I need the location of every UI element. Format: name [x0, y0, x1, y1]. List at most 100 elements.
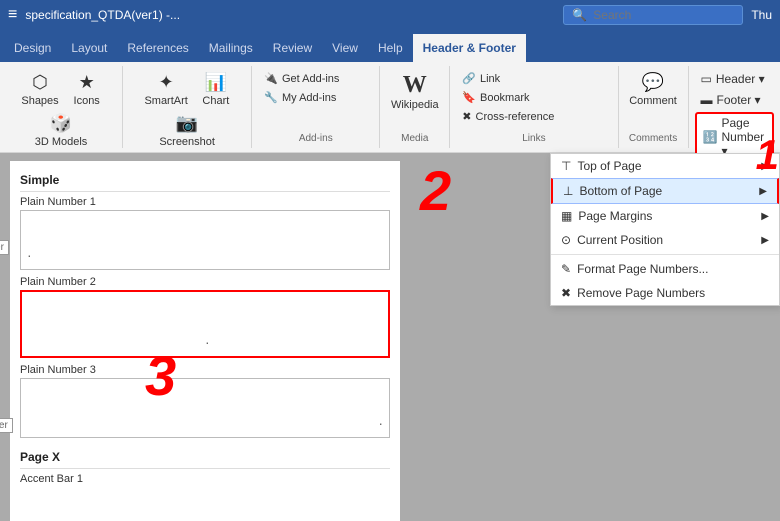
addins-buttons: 🔌 Get Add-ins 🔧 My Add-ins	[260, 70, 371, 106]
cross-reference-button[interactable]: ✖ Cross-reference	[458, 108, 609, 125]
addins-label: Add-ins	[299, 129, 333, 144]
ribbon-group-wikipedia: W Wikipedia Media	[380, 66, 450, 148]
search-icon: 🔍	[572, 8, 587, 22]
top-of-page-option[interactable]: ⊤ Top of Page ▶	[551, 154, 779, 178]
header-label: Header	[0, 418, 13, 433]
menu-divider	[551, 254, 779, 255]
tab-design[interactable]: Design	[4, 34, 61, 62]
section-simple: Simple	[20, 169, 390, 192]
page-number-icon: 🔢	[703, 130, 718, 144]
page-margins-icon: ▦	[561, 209, 572, 223]
dot-3: ·	[378, 415, 383, 431]
chart-icon: 📊	[205, 72, 227, 93]
bottom-of-page-icon: ⊥	[563, 184, 573, 198]
main-content: 2 3 Simple Plain Number 1 Footer · Plain…	[0, 153, 780, 521]
document-preview: Simple Plain Number 1 Footer · Plain Num…	[10, 161, 400, 521]
plain-number-2-preview: ·	[20, 290, 390, 358]
current-position-icon: ⊙	[561, 233, 571, 247]
comment-icon: 💬	[642, 72, 664, 93]
smartart-icon: ✦	[159, 72, 174, 93]
plain-number-2-label: Plain Number 2	[20, 276, 390, 288]
ribbon-content: ⬡ Shapes ★ Icons 🎲 3D Models Illustratio…	[0, 62, 780, 152]
plain-number-3-preview: ·	[20, 378, 390, 438]
dot-2: ·	[205, 334, 210, 350]
format-page-numbers-option[interactable]: ✎ Format Page Numbers...	[551, 257, 779, 281]
link-button[interactable]: 🔗 Link	[458, 70, 609, 87]
dot-1: ·	[27, 247, 32, 263]
tab-view[interactable]: View	[322, 34, 368, 62]
header-icon: ▭	[701, 72, 712, 86]
day-indicator: Thu	[751, 8, 772, 22]
tab-review[interactable]: Review	[263, 34, 322, 62]
app-icon: ≡	[8, 6, 17, 24]
screenshot-icon: 📷	[176, 113, 198, 134]
tab-layout[interactable]: Layout	[61, 34, 117, 62]
format-icon: ✎	[561, 262, 571, 276]
links-buttons: 🔗 Link 🔖 Bookmark ✖ Cross-reference	[458, 70, 609, 125]
footer-button[interactable]: ▬ Footer ▾	[695, 91, 774, 109]
wikipedia-icon: W	[403, 72, 427, 99]
smartart-button[interactable]: ✦ SmartArt	[138, 70, 193, 109]
plain-number-1-preview: ·	[20, 210, 390, 270]
chart-button[interactable]: 📊 Chart	[196, 70, 236, 109]
ribbon-group-links: 🔗 Link 🔖 Bookmark ✖ Cross-reference Link…	[450, 66, 618, 148]
get-addins-button[interactable]: 🔌 Get Add-ins	[260, 70, 371, 87]
bottom-of-page-option[interactable]: ⊥ Bottom of Page ▶	[551, 178, 779, 204]
smartart-buttons: ✦ SmartArt 📊 Chart 📷 Screenshot	[131, 70, 243, 150]
step-1: 1	[756, 134, 779, 176]
ribbon-group-addins: 🔌 Get Add-ins 🔧 My Add-ins Add-ins	[252, 66, 380, 148]
ribbon-group-comments: 💬 Comment Comments	[619, 66, 689, 148]
search-input[interactable]	[593, 8, 723, 22]
footer-icon: ▬	[701, 93, 713, 107]
top-of-page-icon: ⊤	[561, 159, 571, 173]
illustrations-buttons: ⬡ Shapes ★ Icons 🎲 3D Models	[8, 70, 114, 150]
plain-number-1-label: Plain Number 1	[20, 196, 390, 208]
tab-header-footer[interactable]: Header & Footer	[413, 34, 526, 62]
my-addins-button[interactable]: 🔧 My Add-ins	[260, 89, 371, 106]
link-icon: 🔗	[462, 72, 476, 85]
wikipedia-button[interactable]: W Wikipedia	[385, 70, 445, 113]
shapes-icon: ⬡	[32, 72, 48, 93]
plain-number-3-container: Header ·	[20, 378, 390, 438]
search-bar[interactable]: 🔍	[563, 5, 743, 25]
screenshot-button[interactable]: 📷 Screenshot	[153, 111, 221, 150]
media-label: Media	[401, 129, 428, 144]
comments-label: Comments	[629, 129, 677, 144]
section-page-x: Page X	[20, 446, 390, 469]
links-label: Links	[522, 129, 545, 144]
ribbon: Design Layout References Mailings Review…	[0, 30, 780, 153]
comment-button[interactable]: 💬 Comment	[623, 70, 683, 109]
filename: specification_QTDA(ver1) -...	[25, 8, 555, 22]
title-bar: ≡ specification_QTDA(ver1) -... 🔍 Thu	[0, 0, 780, 30]
shapes-button[interactable]: ⬡ Shapes	[15, 70, 64, 109]
3d-models-button[interactable]: 🎲 3D Models	[29, 111, 94, 150]
addins-icon: 🔌	[264, 72, 278, 85]
current-position-option[interactable]: ⊙ Current Position ▶	[551, 228, 779, 252]
bookmark-icon: 🔖	[462, 91, 476, 104]
tab-help[interactable]: Help	[368, 34, 413, 62]
plain-number-3-label: Plain Number 3	[20, 364, 390, 376]
plain-number-1-container: Footer ·	[20, 210, 390, 270]
current-position-arrow: ▶	[761, 235, 769, 246]
remove-icon: ✖	[561, 286, 571, 300]
tab-references[interactable]: References	[117, 34, 198, 62]
step-2: 2	[420, 163, 451, 219]
page-margins-option[interactable]: ▦ Page Margins ▶	[551, 204, 779, 228]
bottom-of-page-arrow: ▶	[759, 186, 767, 197]
accent-bar-1-label: Accent Bar 1	[20, 473, 390, 485]
ribbon-tab-bar: Design Layout References Mailings Review…	[0, 30, 780, 62]
page-margins-arrow: ▶	[761, 211, 769, 222]
remove-page-numbers-option[interactable]: ✖ Remove Page Numbers	[551, 281, 779, 305]
icons-icon: ★	[79, 72, 95, 93]
ribbon-group-smartart: ✦ SmartArt 📊 Chart 📷 Screenshot	[123, 66, 252, 148]
page-number-dropdown: 1 ⊤ Top of Page ▶ ⊥ Bottom of Page ▶ ▦ P…	[550, 153, 780, 306]
header-button[interactable]: ▭ Header ▾	[695, 70, 774, 88]
icons-button[interactable]: ★ Icons	[67, 70, 107, 109]
step-3: 3	[145, 348, 176, 404]
tab-mailings[interactable]: Mailings	[199, 34, 263, 62]
ribbon-group-illustrations: ⬡ Shapes ★ Icons 🎲 3D Models Illustratio…	[0, 66, 123, 148]
my-addins-icon: 🔧	[264, 91, 278, 104]
bookmark-button[interactable]: 🔖 Bookmark	[458, 89, 609, 106]
3d-models-icon: 🎲	[50, 113, 72, 134]
cross-reference-icon: ✖	[462, 110, 471, 123]
